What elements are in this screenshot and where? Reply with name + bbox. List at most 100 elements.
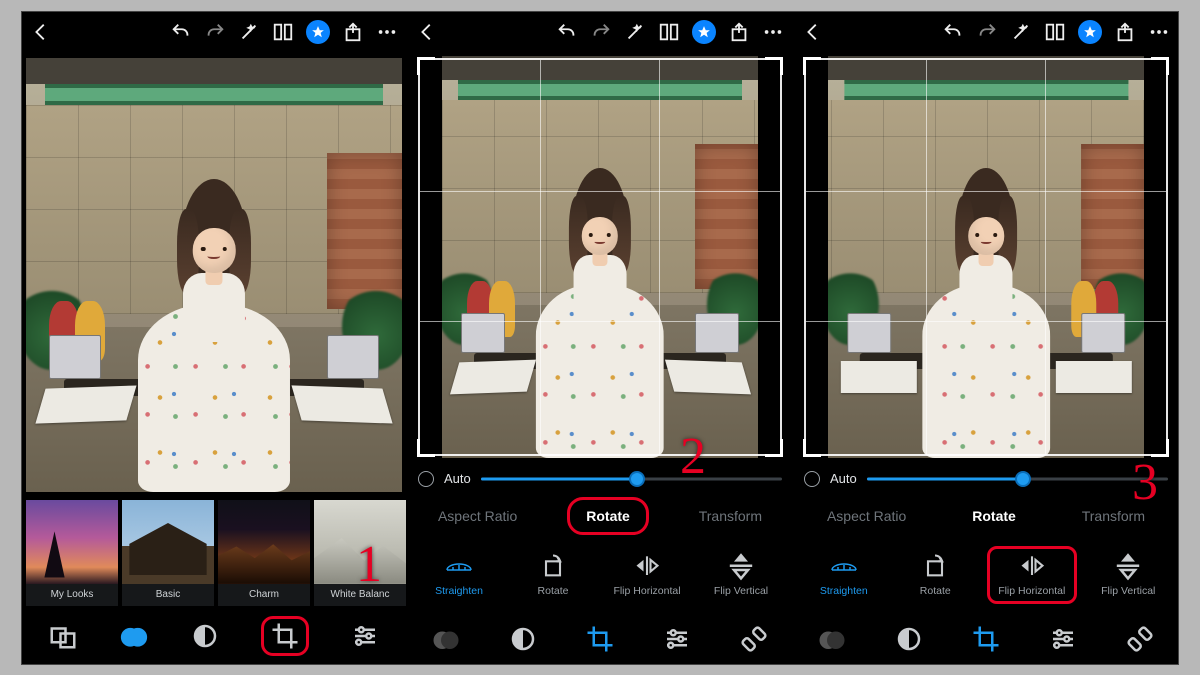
op-straighten[interactable]: Straighten	[804, 553, 884, 597]
back-icon[interactable]	[802, 21, 824, 43]
undo-icon[interactable]	[942, 21, 964, 43]
flip-horizontal-icon	[633, 553, 661, 579]
flip-vertical-icon	[727, 553, 755, 579]
undo-icon[interactable]	[170, 21, 192, 43]
crop-tabs: Aspect Ratio Rotate Transform	[408, 496, 792, 536]
op-flip-horizontal[interactable]: Flip Horizontal	[607, 553, 687, 597]
undo-icon[interactable]	[556, 21, 578, 43]
preset-thumb	[218, 500, 310, 584]
tab-rotate[interactable]: Rotate	[576, 502, 640, 530]
crop-handle-tl[interactable]	[417, 57, 435, 75]
more-icon[interactable]	[1148, 21, 1170, 43]
crop-handle-br[interactable]	[1151, 439, 1169, 457]
flip-horizontal-icon	[1018, 553, 1046, 579]
rotate-ops: Straighten Rotate Flip Horizontal Flip V…	[408, 536, 792, 614]
nav-detail-icon[interactable]	[1048, 624, 1078, 654]
nav-heal-icon[interactable]	[739, 624, 769, 654]
redo-icon[interactable]	[590, 21, 612, 43]
rotate-tab-highlight: Rotate	[567, 497, 649, 535]
auto-slider-row: Auto	[794, 462, 1178, 496]
auto-label: Auto	[830, 471, 857, 486]
detail-tool-icon[interactable]	[350, 621, 380, 651]
tab-transform[interactable]: Transform	[1072, 502, 1155, 530]
slider-knob[interactable]	[629, 471, 645, 487]
op-label: Flip Horizontal	[998, 585, 1065, 597]
nav-effects-icon[interactable]	[894, 624, 924, 654]
nav-crop-icon[interactable]	[585, 624, 615, 654]
light-tool-icon[interactable]	[119, 621, 149, 651]
crop-handle-tl[interactable]	[803, 57, 821, 75]
op-rotate[interactable]: Rotate	[895, 553, 975, 597]
back-icon[interactable]	[30, 21, 52, 43]
redo-icon[interactable]	[976, 21, 998, 43]
photo-canvas[interactable]	[794, 52, 1178, 462]
back-icon[interactable]	[416, 21, 438, 43]
share-icon[interactable]	[342, 21, 364, 43]
flip-horizontal-highlight: Flip Horizontal	[987, 546, 1077, 604]
nav-crop-icon[interactable]	[971, 624, 1001, 654]
tab-rotate[interactable]: Rotate	[962, 502, 1026, 530]
preset-charm[interactable]: Charm	[218, 500, 310, 606]
straighten-icon	[830, 553, 858, 579]
premium-star-icon[interactable]	[1078, 20, 1102, 44]
tab-transform[interactable]: Transform	[689, 502, 772, 530]
auto-toggle-icon[interactable]	[804, 471, 820, 487]
crop-tool-highlight	[261, 616, 309, 656]
crop-handle-tr[interactable]	[765, 57, 783, 75]
nav-presets-icon[interactable]	[431, 624, 461, 654]
preset-strip[interactable]: My Looks Basic Charm White Balanc	[22, 498, 406, 608]
crop-tool-icon[interactable]	[270, 621, 300, 651]
straighten-icon	[445, 553, 473, 579]
straighten-slider[interactable]	[867, 469, 1168, 489]
presets-tool-icon[interactable]	[48, 621, 78, 651]
auto-enhance-icon[interactable]	[624, 21, 646, 43]
tab-aspect-ratio[interactable]: Aspect Ratio	[817, 502, 916, 530]
premium-star-icon[interactable]	[306, 20, 330, 44]
nav-presets-icon[interactable]	[817, 624, 847, 654]
bottom-toolbar	[22, 608, 406, 664]
preset-thumb	[314, 500, 406, 584]
photo-canvas[interactable]	[408, 52, 792, 462]
auto-enhance-icon[interactable]	[238, 21, 260, 43]
tab-aspect-ratio[interactable]: Aspect Ratio	[428, 502, 527, 530]
nav-detail-icon[interactable]	[662, 624, 692, 654]
preset-label: My Looks	[26, 584, 118, 606]
share-icon[interactable]	[1114, 21, 1136, 43]
preset-thumb	[122, 500, 214, 584]
crop-handle-bl[interactable]	[803, 439, 821, 457]
crop-handle-br[interactable]	[765, 439, 783, 457]
op-label: Flip Horizontal	[613, 585, 680, 597]
preset-white-balance[interactable]: White Balanc	[314, 500, 406, 606]
op-label: Rotate	[538, 585, 569, 597]
more-icon[interactable]	[376, 21, 398, 43]
op-rotate[interactable]: Rotate	[513, 553, 593, 597]
before-after-icon[interactable]	[1044, 21, 1066, 43]
preset-basic[interactable]: Basic	[122, 500, 214, 606]
before-after-icon[interactable]	[658, 21, 680, 43]
straighten-slider[interactable]	[481, 469, 782, 489]
nav-heal-icon[interactable]	[1125, 624, 1155, 654]
op-flip-horizontal[interactable]: Flip Horizontal	[992, 553, 1072, 597]
crop-handle-bl[interactable]	[417, 439, 435, 457]
crop-handle-tr[interactable]	[1151, 57, 1169, 75]
auto-toggle-icon[interactable]	[418, 471, 434, 487]
op-flip-vertical[interactable]: Flip Vertical	[701, 553, 781, 597]
op-flip-vertical[interactable]: Flip Vertical	[1088, 553, 1168, 597]
share-icon[interactable]	[728, 21, 750, 43]
more-icon[interactable]	[762, 21, 784, 43]
op-label: Straighten	[820, 585, 868, 597]
photo-canvas[interactable]	[22, 52, 406, 498]
slider-knob[interactable]	[1015, 471, 1031, 487]
redo-icon[interactable]	[204, 21, 226, 43]
op-straighten[interactable]: Straighten	[419, 553, 499, 597]
crop-tabs: Aspect Ratio Rotate Transform	[794, 496, 1178, 536]
screen-3: Auto Aspect Ratio Rotate Transform Strai…	[794, 12, 1178, 664]
rotate-icon	[539, 553, 567, 579]
auto-enhance-icon[interactable]	[1010, 21, 1032, 43]
preset-thumb	[26, 500, 118, 584]
preset-my-looks[interactable]: My Looks	[26, 500, 118, 606]
before-after-icon[interactable]	[272, 21, 294, 43]
premium-star-icon[interactable]	[692, 20, 716, 44]
effects-tool-icon[interactable]	[190, 621, 220, 651]
nav-effects-icon[interactable]	[508, 624, 538, 654]
